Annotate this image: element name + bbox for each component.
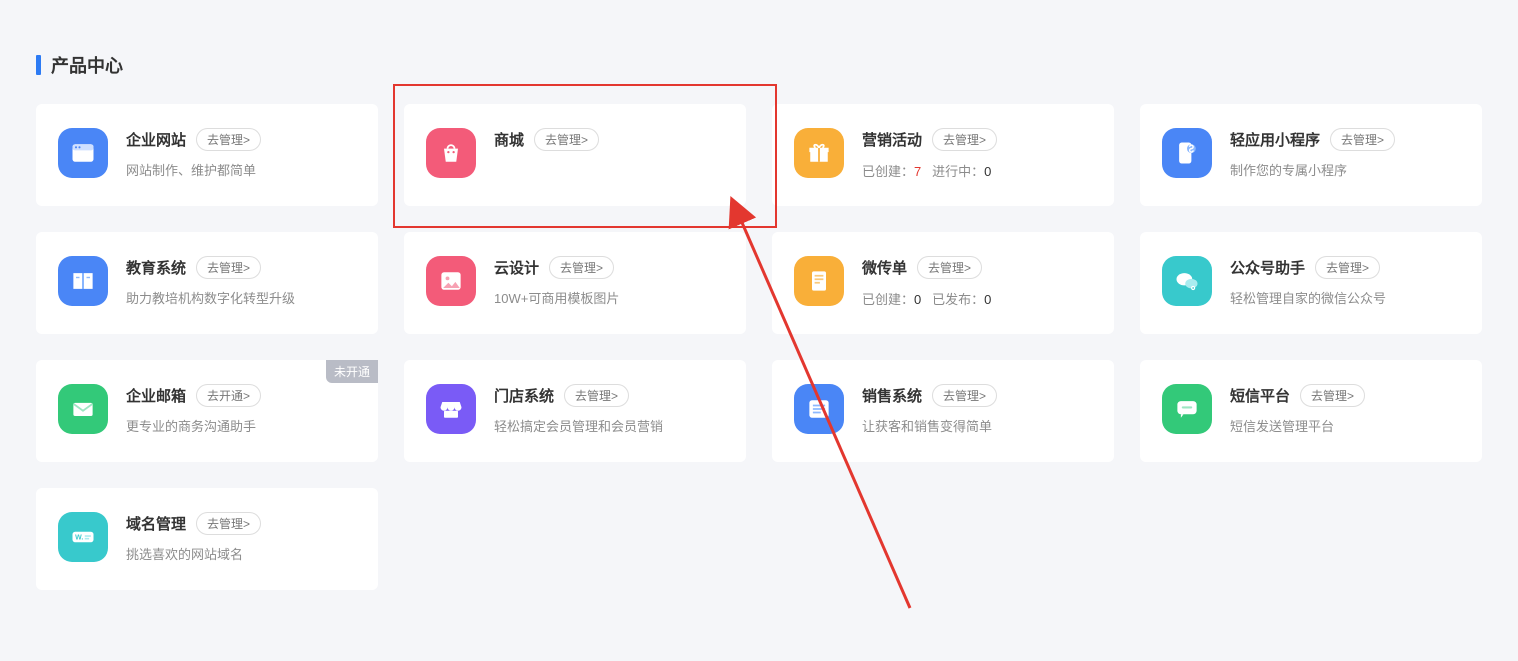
bag-icon bbox=[426, 128, 476, 178]
window-icon bbox=[58, 128, 108, 178]
card-title: 商城 bbox=[494, 129, 524, 150]
card-description: 轻松管理自家的微信公众号 bbox=[1230, 289, 1460, 309]
card-title: 销售系统 bbox=[862, 385, 922, 406]
store-icon bbox=[426, 384, 476, 434]
product-card[interactable]: 公众号助手去管理> 轻松管理自家的微信公众号 bbox=[1140, 232, 1482, 334]
miniapp-icon bbox=[1162, 128, 1212, 178]
product-card[interactable]: 营销活动去管理> 已创建：7 进行中：0 bbox=[772, 104, 1114, 206]
manage-button[interactable]: 去管理> bbox=[917, 256, 982, 279]
manage-button[interactable]: 去管理> bbox=[1330, 128, 1395, 151]
card-stats: 已创建：0 已发布：0 bbox=[862, 289, 1092, 308]
card-title: 企业网站 bbox=[126, 129, 186, 150]
section-header: 产品中心 bbox=[36, 0, 1482, 104]
mail-icon bbox=[58, 384, 108, 434]
card-title: 短信平台 bbox=[1230, 385, 1290, 406]
manage-button[interactable]: 去管理> bbox=[196, 128, 261, 151]
status-badge: 未开通 bbox=[326, 360, 378, 383]
product-card[interactable]: 教育系统去管理> 助力教培机构数字化转型升级 bbox=[36, 232, 378, 334]
card-description: 让获客和销售变得简单 bbox=[862, 417, 1092, 437]
card-title: 域名管理 bbox=[126, 513, 186, 534]
product-card[interactable]: 销售系统去管理> 让获客和销售变得简单 bbox=[772, 360, 1114, 462]
card-title: 企业邮箱 bbox=[126, 385, 186, 406]
card-title: 门店系统 bbox=[494, 385, 554, 406]
card-title: 微传单 bbox=[862, 257, 907, 278]
stat-label: 已发布： bbox=[932, 292, 984, 307]
domain-icon: W. bbox=[58, 512, 108, 562]
manage-button[interactable]: 去管理> bbox=[932, 128, 997, 151]
open-button[interactable]: 去开通> bbox=[196, 384, 261, 407]
card-description: 10W+可商用模板图片 bbox=[494, 289, 724, 309]
card-description: 助力教培机构数字化转型升级 bbox=[126, 289, 356, 309]
card-description: 轻松搞定会员管理和会员营销 bbox=[494, 417, 724, 437]
product-card[interactable]: 门店系统去管理> 轻松搞定会员管理和会员营销 bbox=[404, 360, 746, 462]
manage-button[interactable]: 去管理> bbox=[549, 256, 614, 279]
manage-button[interactable]: 去管理> bbox=[932, 384, 997, 407]
manage-button[interactable]: 去管理> bbox=[196, 512, 261, 535]
manage-button[interactable]: 去管理> bbox=[1315, 256, 1380, 279]
card-description: 制作您的专属小程序 bbox=[1230, 161, 1460, 181]
stat-label: 进行中： bbox=[932, 164, 984, 179]
stat-label: 已创建： bbox=[862, 292, 914, 307]
manage-button[interactable]: 去管理> bbox=[1300, 384, 1365, 407]
gift-icon bbox=[794, 128, 844, 178]
product-card[interactable]: 轻应用小程序去管理> 制作您的专属小程序 bbox=[1140, 104, 1482, 206]
section-title: 产品中心 bbox=[51, 52, 123, 78]
card-description: 挑选喜欢的网站域名 bbox=[126, 545, 356, 565]
product-grid: 企业网站去管理>网站制作、维护都简单商城去管理>营销活动去管理>已创建：7 进行… bbox=[36, 104, 1482, 590]
stat-value: 0 bbox=[984, 292, 991, 307]
flyer-icon bbox=[794, 256, 844, 306]
manage-button[interactable]: 去管理> bbox=[196, 256, 261, 279]
wechat-icon bbox=[1162, 256, 1212, 306]
product-card[interactable]: 微传单去管理>已创建：0 已发布：0 bbox=[772, 232, 1114, 334]
title-accent-bar bbox=[36, 55, 41, 75]
product-card[interactable]: 云设计去管理> 10W+可商用模板图片 bbox=[404, 232, 746, 334]
product-card[interactable]: 商城去管理> bbox=[404, 104, 746, 206]
product-card[interactable]: 短信平台去管理> 短信发送管理平台 bbox=[1140, 360, 1482, 462]
card-stats: 已创建：7 进行中：0 bbox=[862, 161, 1092, 180]
product-card[interactable]: W. 域名管理去管理> 挑选喜欢的网站域名 bbox=[36, 488, 378, 590]
card-description: 网站制作、维护都简单 bbox=[126, 161, 356, 181]
product-card[interactable]: 未开通企业邮箱去开通> 更专业的商务沟通助手 bbox=[36, 360, 378, 462]
card-description: 短信发送管理平台 bbox=[1230, 417, 1460, 437]
manage-button[interactable]: 去管理> bbox=[534, 128, 599, 151]
manage-button[interactable]: 去管理> bbox=[564, 384, 629, 407]
book-icon bbox=[58, 256, 108, 306]
card-title: 营销活动 bbox=[862, 129, 922, 150]
svg-text:W.: W. bbox=[75, 535, 83, 542]
card-title: 轻应用小程序 bbox=[1230, 129, 1320, 150]
sales-icon bbox=[794, 384, 844, 434]
card-title: 教育系统 bbox=[126, 257, 186, 278]
card-description: 更专业的商务沟通助手 bbox=[126, 417, 356, 437]
stat-label: 已创建： bbox=[862, 164, 914, 179]
sms-icon bbox=[1162, 384, 1212, 434]
card-title: 公众号助手 bbox=[1230, 257, 1305, 278]
stat-value: 0 bbox=[984, 164, 991, 179]
product-card[interactable]: 企业网站去管理> 网站制作、维护都简单 bbox=[36, 104, 378, 206]
image-icon bbox=[426, 256, 476, 306]
card-title: 云设计 bbox=[494, 257, 539, 278]
